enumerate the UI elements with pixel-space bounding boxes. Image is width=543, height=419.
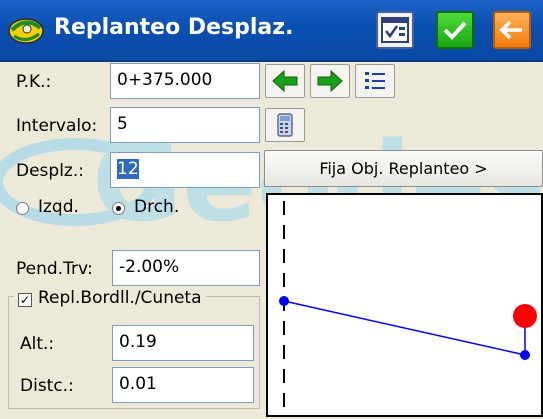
slope-line [283,300,526,356]
target-point [513,304,537,328]
pk-label: P.K.: [16,72,52,92]
pk-input[interactable]: 0+375.000 [110,63,260,99]
distc-input[interactable]: 0.01 [112,367,254,403]
next-station-button[interactable] [310,64,350,98]
pend-trv-label: Pend.Trv: [16,259,93,279]
intervalo-label: Intervalo: [16,116,98,136]
repl-bordll-cuneta-checkbox[interactable]: ✓ [18,293,32,307]
back-button[interactable] [493,11,531,49]
end-point [520,350,530,360]
drch-radio-selected-dot [116,206,121,211]
arrow-right-green-icon [317,69,343,93]
title-bar: Replanteo Desplaz. [0,0,543,62]
izqd-label: Izqd. [38,197,79,217]
alt-label: Alt.: [20,334,55,354]
cross-section-svg [279,201,537,413]
arrow-left-green-icon [272,69,298,93]
drch-label: Drch. [134,197,180,217]
calculator-view-button[interactable] [376,11,414,49]
cross-section-diagram [266,193,543,417]
fija-obj-replanteo-button[interactable]: Fija Obj. Replanteo > [264,150,543,187]
window-title: Replanteo Desplaz. [54,15,294,40]
calculator-view-icon [381,17,409,43]
desplz-label: Desplz.: [16,161,84,181]
group-legend: Repl.Bordll./Cuneta [14,288,206,310]
distc-label: Distc.: [20,376,74,396]
app-logo-icon [8,18,44,44]
repl-bordll-cuneta-label: Repl.Bordll./Cuneta [38,288,202,308]
arrow-left-icon [499,20,522,40]
previous-station-button[interactable] [265,64,305,98]
calculator-button[interactable] [265,108,305,142]
calculator-icon [277,113,293,137]
izqd-radio[interactable] [16,202,29,215]
desplz-value: 12 [117,159,139,179]
drch-radio[interactable] [112,202,125,215]
station-list-button[interactable] [355,64,395,98]
list-icon [365,72,385,89]
ok-button[interactable] [436,11,474,49]
checkmark-icon [443,21,467,40]
pend-trv-input[interactable]: -2.00% [112,250,260,286]
alt-input[interactable]: 0.19 [112,325,254,361]
start-point [279,296,289,306]
desplz-input[interactable]: 12 [110,152,260,188]
intervalo-input[interactable]: 5 [110,107,260,143]
